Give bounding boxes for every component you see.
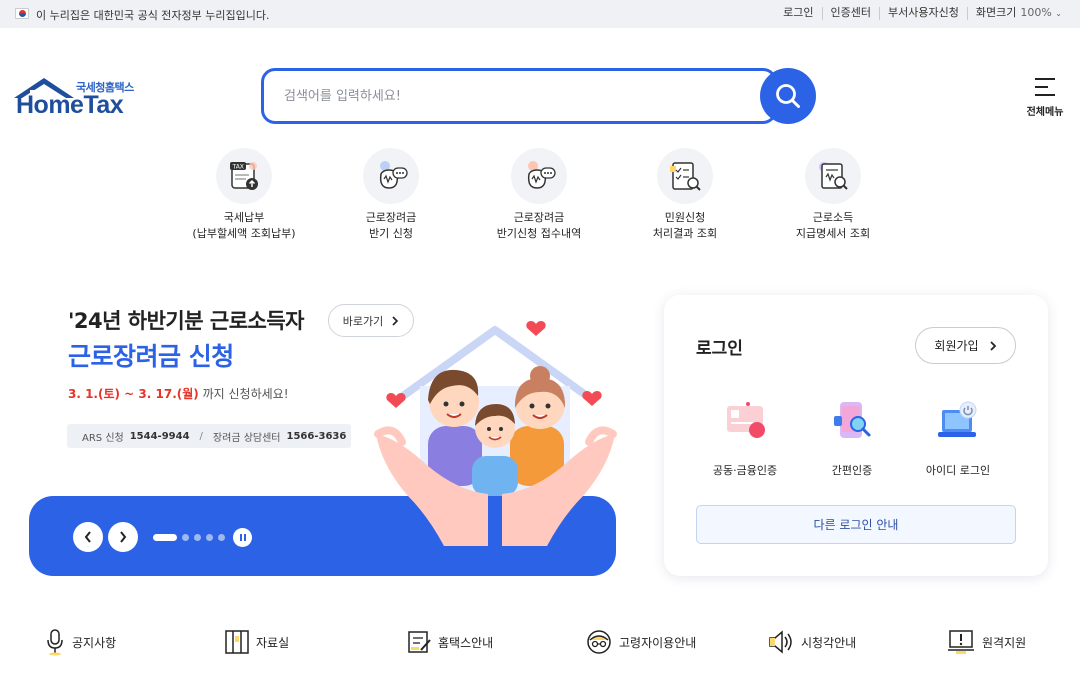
hometax-guide-link[interactable]: 홈택스안내: [406, 628, 493, 656]
money-bag-icon: [527, 161, 556, 189]
quick-menu-payment-statement[interactable]: 근로소득지급명세서 조회: [758, 148, 908, 242]
zoom-label: 화면크기: [975, 6, 1017, 19]
banner-title: 근로장려금 신청: [68, 342, 234, 371]
tax-payment-icon: TAX: [230, 162, 258, 190]
svg-text:TAX: TAX: [232, 164, 244, 171]
remote-support-link[interactable]: 원격지원: [946, 628, 1026, 656]
search-input[interactable]: [284, 85, 744, 107]
ars-label: ARS 신청: [82, 432, 124, 444]
all-menu-button[interactable]: 전체메뉴: [1020, 76, 1070, 120]
archive-icon: [225, 630, 249, 654]
certification-center-link[interactable]: 인증센터: [823, 7, 881, 20]
remote-support-icon: [948, 630, 974, 654]
speaker-icon: [769, 630, 792, 654]
senior-guide-link[interactable]: 고령자이용안내: [585, 628, 696, 656]
banner-headline: '24년 하반기분 근로소득자: [68, 309, 304, 333]
auth-method-label: 공동·금융인증: [712, 464, 778, 477]
quick-menu-label: 국세납부: [223, 211, 265, 224]
bottom-link-label: 자료실: [256, 635, 290, 650]
zoom-value: 100%: [1020, 6, 1052, 19]
chevron-right-icon: [989, 340, 996, 351]
bottom-link-label: 원격지원: [982, 635, 1027, 650]
document-search-icon: [819, 162, 848, 190]
ars-number: 1544-9944: [129, 430, 190, 442]
quick-menu-civil-complaint[interactable]: 민원신청처리결과 조회: [610, 148, 760, 242]
quick-menu-label: 근로소득: [812, 211, 854, 224]
banner-period: 3. 1.(토) ~ 3. 17.(월) 까지 신청하세요!: [68, 385, 289, 402]
contact-divider: /: [199, 430, 203, 442]
family-house-illustration: [374, 321, 617, 546]
logo-wordmark: HomeTax: [16, 91, 124, 119]
quick-menu-sublabel: 반기신청 접수내역: [496, 227, 582, 240]
banner-pagination: [153, 534, 225, 541]
pause-icon: [239, 534, 246, 541]
department-user-link[interactable]: 부서사용자신청: [880, 7, 968, 20]
quick-menu-sublabel: 반기 신청: [369, 227, 413, 240]
bottom-link-label: 고령자이용안내: [619, 635, 697, 650]
quick-menu-sublabel: 지급명세서 조회: [795, 227, 871, 240]
banner-prev-button[interactable]: [73, 522, 103, 552]
audiovisual-guide-link[interactable]: 시청각안내: [767, 628, 856, 656]
auth-method-label: 아이디 로그인: [925, 464, 991, 477]
notice-link[interactable]: 공지사항: [44, 628, 116, 656]
certificate-card-icon: [727, 402, 765, 438]
korea-flag-icon: [15, 8, 29, 19]
money-bag-icon: [379, 161, 408, 189]
simple-auth-button[interactable]: 간편인증: [797, 398, 907, 478]
center-number: 1566-3636: [286, 430, 347, 442]
bottom-link-label: 홈택스안내: [438, 635, 494, 650]
banner-date-suffix: 까지 신청하세요!: [198, 387, 289, 401]
quick-menu-label: 근로장려금: [513, 211, 565, 224]
pagination-dot[interactable]: [206, 534, 213, 541]
login-link[interactable]: 로그인: [775, 7, 823, 20]
gov-banner: 이 누리집은 대한민국 공식 전자정부 누리집입니다. 로그인 인증센터 부서사…: [0, 0, 1080, 28]
utility-links: 로그인 인증센터 부서사용자신청 화면크기 100% ⌄: [775, 7, 1062, 20]
checklist-search-icon: [670, 162, 701, 191]
microphone-icon: [47, 629, 63, 656]
id-login-button[interactable]: 아이디 로그인: [903, 398, 1013, 478]
search-box: [261, 68, 777, 124]
signup-button[interactable]: 회원가입: [915, 327, 1016, 364]
bottom-link-label: 공지사항: [72, 635, 117, 650]
gov-notice-text[interactable]: 이 누리집은 대한민국 공식 전자정부 누리집입니다.: [36, 7, 270, 23]
laptop-power-icon: [938, 401, 977, 437]
login-title: 로그인: [696, 339, 743, 359]
zoom-control[interactable]: 화면크기 100% ⌄: [968, 7, 1062, 20]
banner-next-button[interactable]: [108, 522, 138, 552]
quick-menu-label: 근로장려금: [365, 211, 417, 224]
senior-icon: [587, 630, 611, 654]
quick-menu-label: 민원신청: [664, 211, 706, 224]
quick-menu-sublabel: 처리결과 조회: [652, 227, 718, 240]
pagination-dot[interactable]: [182, 534, 189, 541]
quick-menu-work-incentive-apply[interactable]: 근로장려금반기 신청: [316, 148, 466, 242]
chevron-left-icon: [84, 531, 91, 543]
archive-link[interactable]: 자료실: [224, 628, 289, 656]
signup-label: 회원가입: [934, 339, 979, 353]
chevron-right-icon: [120, 531, 127, 543]
banner-date-range: 3. 1.(토) ~ 3. 17.(월): [68, 387, 199, 401]
hometax-logo[interactable]: 국세청홈택스 HomeTax: [12, 76, 142, 119]
certificate-login-button[interactable]: 공동·금융인증: [690, 398, 800, 478]
quick-menu-sublabel: (납부할세액 조회납부): [192, 227, 296, 240]
center-label: 장려금 상담센터: [212, 432, 281, 444]
pagination-dot[interactable]: [218, 534, 225, 541]
hamburger-icon: [1035, 78, 1055, 102]
search-icon: [776, 84, 800, 108]
phone-search-icon: [834, 402, 871, 438]
search-button[interactable]: [760, 68, 816, 124]
bottom-link-label: 시청각안내: [801, 635, 857, 650]
quick-menu-work-incentive-status[interactable]: 근로장려금반기신청 접수내역: [464, 148, 614, 242]
other-login-guide-button[interactable]: 다른 로그인 안내: [696, 505, 1016, 544]
pagination-dot[interactable]: [153, 534, 177, 541]
pagination-dot[interactable]: [194, 534, 201, 541]
banner-contact-info: ARS 신청 1544-9944 / 장려금 상담센터 1566-3636: [67, 424, 351, 448]
all-menu-label: 전체메뉴: [1026, 107, 1064, 118]
banner-pause-button[interactable]: [233, 528, 252, 547]
chevron-down-icon: ⌄: [1055, 9, 1062, 18]
guide-icon: [408, 631, 431, 653]
auth-method-label: 간편인증: [831, 464, 873, 477]
quick-menu-tax-payment[interactable]: TAX 국세납부 (납부할세액 조회납부): [169, 148, 319, 242]
